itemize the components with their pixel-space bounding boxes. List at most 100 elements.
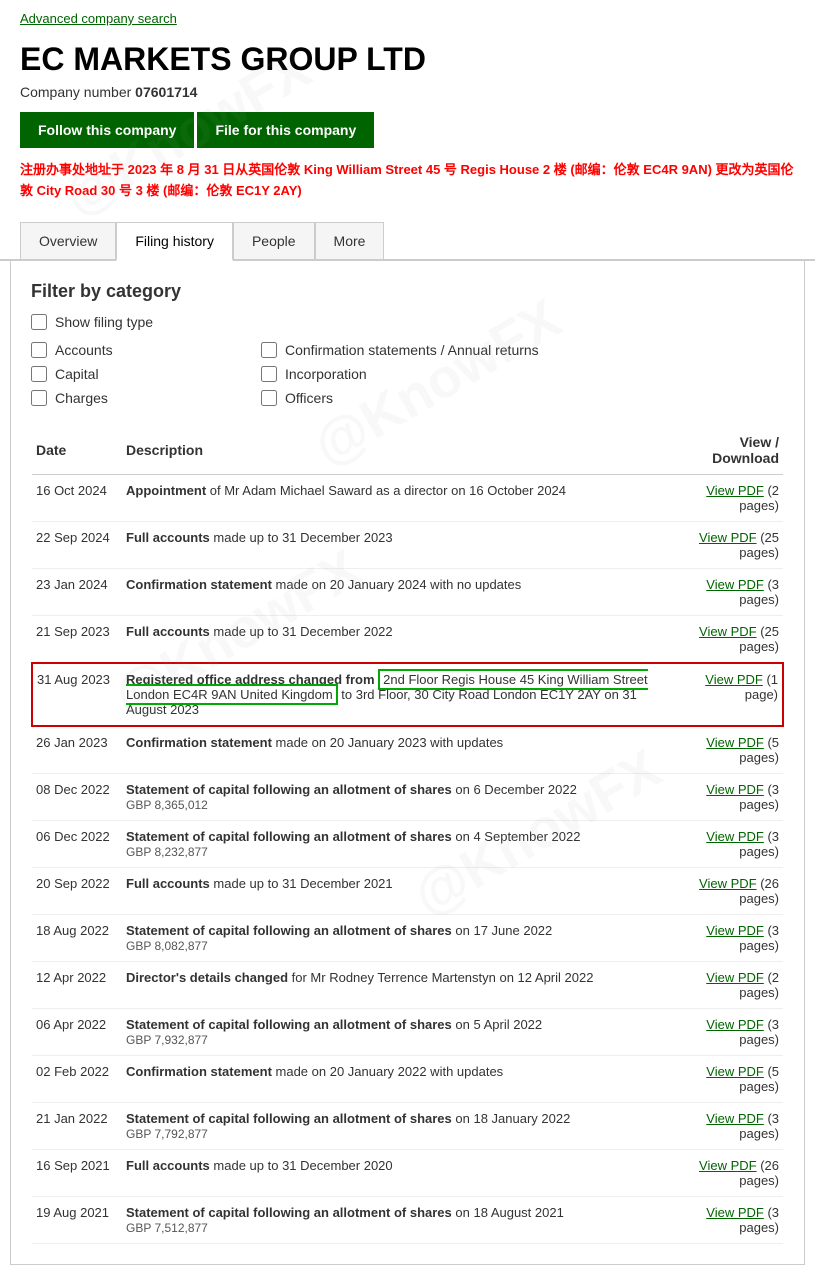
row-description: Confirmation statement made on 20 Januar… (122, 726, 682, 774)
row-description: Full accounts made up to 31 December 202… (122, 615, 682, 663)
row-view: View PDF (25 pages) (682, 521, 783, 568)
row-date: 02 Feb 2022 (32, 1055, 122, 1102)
checkbox-charges: Charges (31, 390, 261, 406)
table-row: 19 Aug 2021 Statement of capital followi… (32, 1196, 783, 1243)
table-row: 18 Aug 2022 Statement of capital followi… (32, 914, 783, 961)
row-description: Registered office address changed from 2… (122, 663, 682, 726)
row-description: Confirmation statement made on 20 Januar… (122, 568, 682, 615)
tabs-bar: Overview Filing history People More (0, 222, 815, 261)
row-description: Full accounts made up to 31 December 202… (122, 1149, 682, 1196)
company-header: EC MARKETS GROUP LTD Company number 0760… (0, 36, 815, 222)
row-description: Statement of capital following an allotm… (122, 820, 682, 867)
row-view: View PDF (3 pages) (682, 820, 783, 867)
checkbox-officers: Officers (261, 390, 784, 406)
row-description: Statement of capital following an allotm… (122, 1102, 682, 1149)
filter-title: Filter by category (31, 281, 784, 302)
col-header-date: Date (32, 426, 122, 475)
row-date: 21 Sep 2023 (32, 615, 122, 663)
checkbox-capital-input[interactable] (31, 366, 47, 382)
view-pdf-link[interactable]: View PDF (706, 829, 764, 844)
view-pdf-link[interactable]: View PDF (706, 923, 764, 938)
notice-text: 注册办事处地址于 2023 年 8 月 31 日从英国伦敦 King Willi… (20, 160, 795, 202)
table-row-highlighted: 31 Aug 2023 Registered office address ch… (32, 663, 783, 726)
table-row: 12 Apr 2022 Director's details changed f… (32, 961, 783, 1008)
row-date: 23 Jan 2024 (32, 568, 122, 615)
filings-table: Date Description View / Download 16 Oct … (31, 426, 784, 1244)
view-pdf-link[interactable]: View PDF (699, 530, 757, 545)
checkbox-incorporation-input[interactable] (261, 366, 277, 382)
checkbox-officers-input[interactable] (261, 390, 277, 406)
action-buttons: Follow this company File for this compan… (20, 112, 795, 148)
table-row: 06 Apr 2022 Statement of capital followi… (32, 1008, 783, 1055)
view-pdf-link[interactable]: View PDF (699, 624, 757, 639)
row-view: View PDF (1 page) (682, 663, 783, 726)
row-view: View PDF (25 pages) (682, 615, 783, 663)
row-view: View PDF (3 pages) (682, 1196, 783, 1243)
checkbox-accounts: Accounts (31, 342, 261, 358)
filter-section: Filter by category Show filing type Acco… (31, 281, 784, 406)
col-header-view: View / Download (682, 426, 783, 475)
view-pdf-link[interactable]: View PDF (706, 970, 764, 985)
row-date: 19 Aug 2021 (32, 1196, 122, 1243)
row-view: View PDF (26 pages) (682, 867, 783, 914)
checkbox-confirmation-input[interactable] (261, 342, 277, 358)
row-view: View PDF (3 pages) (682, 914, 783, 961)
follow-company-button[interactable]: Follow this company (20, 112, 194, 148)
company-number-label: Company number (20, 84, 131, 100)
row-description: Full accounts made up to 31 December 202… (122, 521, 682, 568)
table-row: 16 Oct 2024 Appointment of Mr Adam Micha… (32, 474, 783, 521)
file-company-button[interactable]: File for this company (197, 112, 374, 148)
row-date: 18 Aug 2022 (32, 914, 122, 961)
row-view: View PDF (3 pages) (682, 773, 783, 820)
checkbox-accounts-input[interactable] (31, 342, 47, 358)
show-filing-checkbox[interactable] (31, 314, 47, 330)
view-pdf-link[interactable]: View PDF (699, 876, 757, 891)
view-pdf-link[interactable]: View PDF (699, 1158, 757, 1173)
row-description: Appointment of Mr Adam Michael Saward as… (122, 474, 682, 521)
checkbox-charges-input[interactable] (31, 390, 47, 406)
main-content: Filter by category Show filing type Acco… (10, 261, 805, 1265)
view-pdf-link[interactable]: View PDF (706, 1017, 764, 1032)
row-description: Confirmation statement made on 20 Januar… (122, 1055, 682, 1102)
row-date: 16 Oct 2024 (32, 474, 122, 521)
table-row: 08 Dec 2022 Statement of capital followi… (32, 773, 783, 820)
row-date: 06 Apr 2022 (32, 1008, 122, 1055)
row-description: Director's details changed for Mr Rodney… (122, 961, 682, 1008)
tab-overview[interactable]: Overview (20, 222, 116, 259)
row-date: 12 Apr 2022 (32, 961, 122, 1008)
company-number-row: Company number 07601714 (20, 84, 795, 100)
row-date: 06 Dec 2022 (32, 820, 122, 867)
view-pdf-link[interactable]: View PDF (706, 1111, 764, 1126)
row-date: 08 Dec 2022 (32, 773, 122, 820)
view-pdf-link[interactable]: View PDF (706, 1205, 764, 1220)
checkbox-capital: Capital (31, 366, 261, 382)
table-row: 20 Sep 2022 Full accounts made up to 31 … (32, 867, 783, 914)
row-description: Statement of capital following an allotm… (122, 1196, 682, 1243)
checkbox-confirmation: Confirmation statements / Annual returns (261, 342, 784, 358)
view-pdf-link[interactable]: View PDF (706, 483, 764, 498)
table-row: 21 Jan 2022 Statement of capital followi… (32, 1102, 783, 1149)
row-view: View PDF (5 pages) (682, 1055, 783, 1102)
row-view: View PDF (2 pages) (682, 474, 783, 521)
row-description: Statement of capital following an allotm… (122, 773, 682, 820)
row-view: View PDF (3 pages) (682, 1008, 783, 1055)
tab-more[interactable]: More (315, 222, 385, 259)
row-view: View PDF (2 pages) (682, 961, 783, 1008)
view-pdf-link[interactable]: View PDF (706, 735, 764, 750)
row-date: 26 Jan 2023 (32, 726, 122, 774)
tab-people[interactable]: People (233, 222, 315, 259)
view-pdf-link[interactable]: View PDF (706, 1064, 764, 1079)
view-pdf-link[interactable]: View PDF (705, 672, 763, 687)
row-description: Statement of capital following an allotm… (122, 914, 682, 961)
table-row: 06 Dec 2022 Statement of capital followi… (32, 820, 783, 867)
table-row: 26 Jan 2023 Confirmation statement made … (32, 726, 783, 774)
row-view: View PDF (26 pages) (682, 1149, 783, 1196)
view-pdf-link[interactable]: View PDF (706, 782, 764, 797)
row-date: 31 Aug 2023 (32, 663, 122, 726)
company-title: EC MARKETS GROUP LTD (20, 41, 795, 78)
show-filing-label: Show filing type (55, 314, 153, 330)
advanced-search-link[interactable]: Advanced company search (20, 11, 177, 26)
tab-filing-history[interactable]: Filing history (116, 222, 233, 261)
view-pdf-link[interactable]: View PDF (706, 577, 764, 592)
table-row: 22 Sep 2024 Full accounts made up to 31 … (32, 521, 783, 568)
